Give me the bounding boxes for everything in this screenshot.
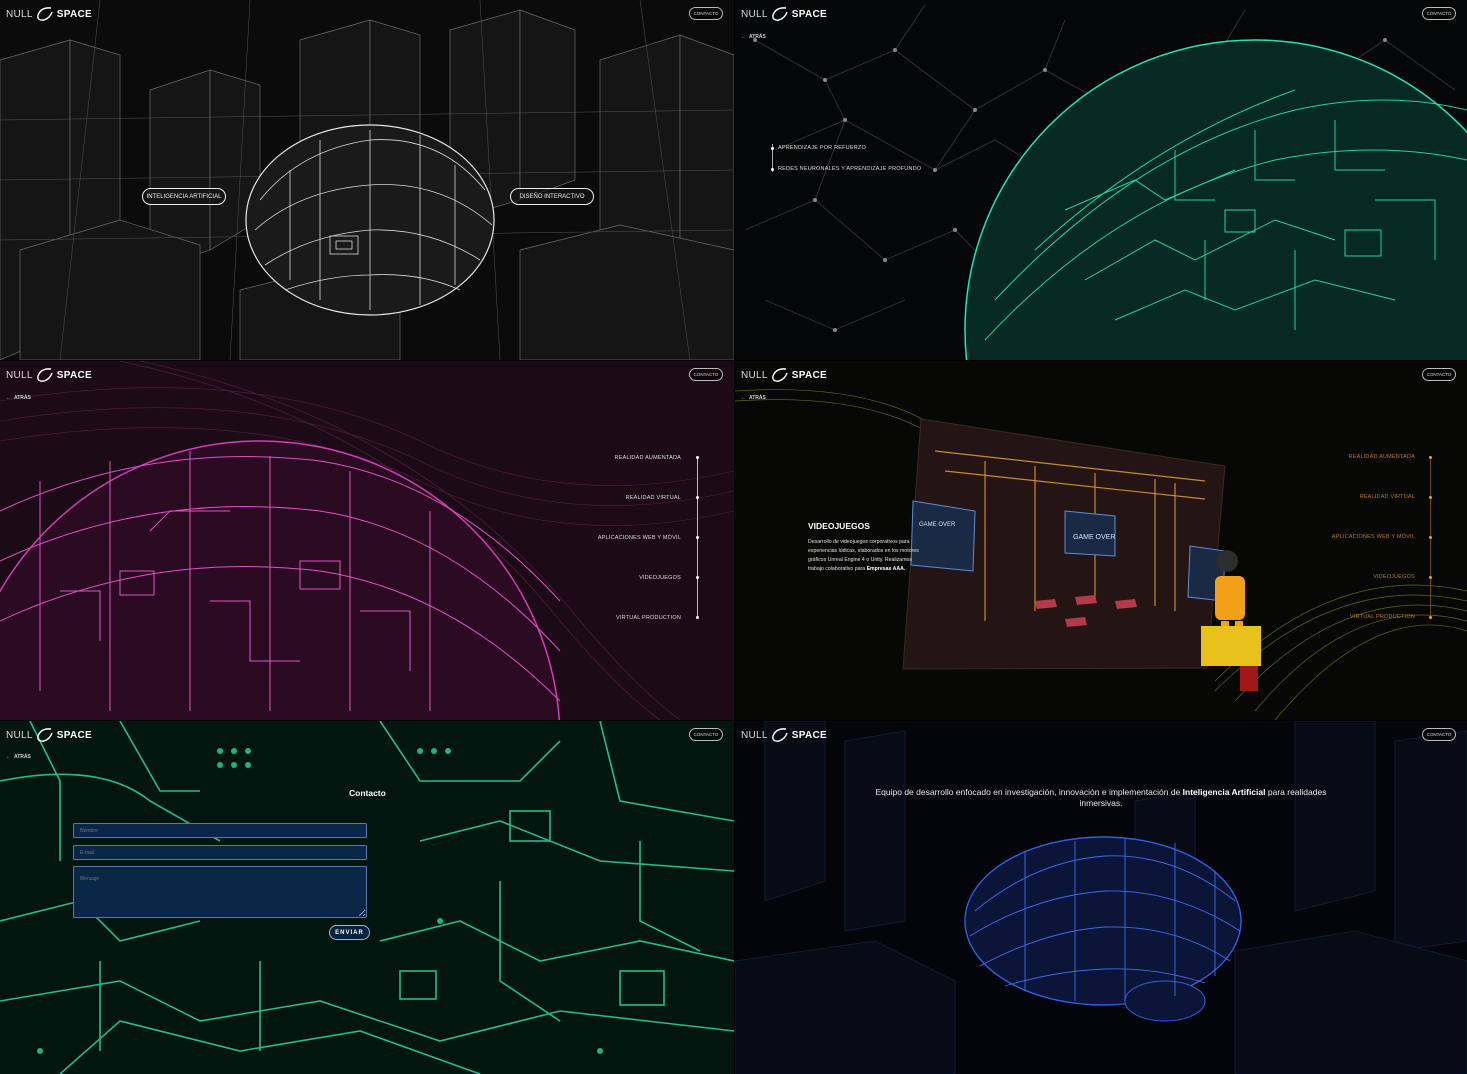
videogames-description: Desarrollo de videojuegos corporativos p… <box>808 538 923 574</box>
menu-item-reinforcement-learning[interactable]: APRENDIZAJE POR REFUERZO <box>778 145 866 151</box>
brand-null-text: NULL <box>741 369 768 381</box>
panel-about: NULL SPACE CONTACTO Equipo de desarrollo… <box>735 721 1467 1074</box>
contact-button[interactable]: CONTACTO <box>689 7 723 20</box>
brand-null-text: NULL <box>741 729 768 741</box>
screenshot-collage: NULL SPACE CONTACTO INTELIGENCIA ARTIFIC… <box>0 0 1467 1074</box>
back-link[interactable]: ← ATRÁS <box>741 34 766 40</box>
brand-space-text: SPACE <box>791 369 827 381</box>
about-tagline: Equipo de desarrollo enfocado en investi… <box>875 787 1327 809</box>
arrow-left-icon: ← <box>741 34 746 40</box>
arrow-left-icon: ← <box>741 395 746 401</box>
brand-space-text: SPACE <box>56 369 92 381</box>
back-link[interactable]: ← ATRÁS <box>6 395 31 401</box>
sphere-circuit-teal <box>964 39 1467 360</box>
arrow-left-icon: ← <box>6 754 11 760</box>
contact-button[interactable]: CONTACTO <box>689 728 723 741</box>
game-over-screen-text: GAME OVER <box>1073 534 1115 541</box>
game-over-screen-text: GAME OVER <box>919 522 956 528</box>
brand-swirl-icon <box>36 728 53 742</box>
back-label: ATRÁS <box>749 395 766 401</box>
panel-home: NULL SPACE CONTACTO INTELIGENCIA ARTIFIC… <box>0 0 734 360</box>
name-input[interactable] <box>73 823 367 838</box>
brand-null-text: NULL <box>6 8 33 20</box>
menu-item-virtual-production[interactable]: VIRTUAL PRODUCTION <box>1350 614 1415 620</box>
arrow-left-icon: ← <box>6 395 11 401</box>
menu-item-videogames[interactable]: VIDEOJUEGOS <box>1373 574 1415 580</box>
videogames-menu-dot <box>1429 456 1432 459</box>
message-textarea[interactable] <box>73 866 367 918</box>
back-link[interactable]: ← ATRÁS <box>6 754 31 760</box>
brain-wireframe-blue <box>964 836 1242 1022</box>
menu-item-neural-networks[interactable]: REDES NEURONALES Y APRENDIZAJE PROFUNDO <box>778 166 921 172</box>
panel-contact: NULL SPACE CONTACTO ← ATRÁS Contacto ENV… <box>0 721 734 1074</box>
videogames-title: VIDEOJUEGOS <box>808 521 870 531</box>
menu-item-virtual-reality[interactable]: REALIDAD VIRTUAL <box>626 495 681 501</box>
menu-item-virtual-reality[interactable]: REALIDAD VIRTUAL <box>1360 494 1415 500</box>
videogames-menu-dot <box>1429 576 1432 579</box>
brand-swirl-icon <box>771 368 788 382</box>
contact-form-title: Contacto <box>349 788 386 798</box>
ai-pill-button[interactable]: INTELIGENCIA ARTIFICIAL <box>142 188 226 205</box>
menu-item-web-mobile-apps[interactable]: APLICACIONES WEB Y MÓVIL <box>1332 534 1415 540</box>
brand-logo[interactable]: NULL SPACE <box>6 367 92 383</box>
brand-logo[interactable]: NULL SPACE <box>6 727 92 743</box>
brand-swirl-icon <box>36 368 53 382</box>
videogames-menu-dot <box>1429 496 1432 499</box>
brand-null-text: NULL <box>741 8 768 20</box>
menu-item-videogames[interactable]: VIDEOJUEGOS <box>639 575 681 581</box>
videogames-menu-dot <box>1429 616 1432 619</box>
brand-logo[interactable]: NULL SPACE <box>741 367 827 383</box>
brand-null-text: NULL <box>6 369 33 381</box>
brand-swirl-icon <box>771 728 788 742</box>
contact-button[interactable]: CONTACTO <box>1422 7 1456 20</box>
videogames-body-strong: Empresas AAA. <box>866 566 906 572</box>
menu-item-augmented-reality[interactable]: REALIDAD AUMENTADA <box>615 455 681 461</box>
back-label: ATRÁS <box>14 754 31 760</box>
menu-item-virtual-production[interactable]: VIRTUAL PRODUCTION <box>616 615 681 621</box>
about-text-before: Equipo de desarrollo enfocado en investi… <box>875 787 1181 797</box>
brand-logo[interactable]: NULL SPACE <box>6 6 92 22</box>
panel-design-menu: NULL SPACE CONTACTO ← ATRÁS REALIDAD AUM… <box>0 361 734 720</box>
ai-menu-dot <box>771 168 774 171</box>
menu-item-augmented-reality[interactable]: REALIDAD AUMENTADA <box>1349 454 1415 460</box>
brand-swirl-icon <box>771 7 788 21</box>
interactive-design-pill-button[interactable]: DISEÑO INTERACTIVO <box>510 188 594 205</box>
brand-space-text: SPACE <box>791 8 827 20</box>
brand-space-text: SPACE <box>56 729 92 741</box>
brand-swirl-icon <box>36 7 53 21</box>
menu-item-web-mobile-apps[interactable]: APLICACIONES WEB Y MÓVIL <box>598 535 681 541</box>
design-menu-dot <box>696 536 699 539</box>
brain-wireframe-white <box>245 124 495 316</box>
design-menu-dot <box>696 576 699 579</box>
brand-space-text: SPACE <box>791 729 827 741</box>
send-button[interactable]: ENVIAR <box>329 925 370 940</box>
design-menu-dot <box>696 456 699 459</box>
ai-menu-dot <box>771 147 774 150</box>
contact-button[interactable]: CONTACTO <box>689 368 723 381</box>
email-input[interactable] <box>73 845 367 860</box>
brand-logo[interactable]: NULL SPACE <box>741 727 827 743</box>
brand-null-text: NULL <box>6 729 33 741</box>
about-text-strong: Inteligencia Artificial <box>1182 787 1266 797</box>
panel-videogames: GAME OVER GAME OVER NULL SPACE CONTACTO <box>735 361 1467 720</box>
back-link[interactable]: ← ATRÁS <box>741 395 766 401</box>
back-label: ATRÁS <box>749 34 766 40</box>
brand-space-text: SPACE <box>56 8 92 20</box>
design-menu-dot <box>696 616 699 619</box>
contact-button[interactable]: CONTACTO <box>1422 368 1456 381</box>
brand-logo[interactable]: NULL SPACE <box>741 6 827 22</box>
videogames-menu-dot <box>1429 536 1432 539</box>
back-label: ATRÁS <box>14 395 31 401</box>
design-menu-dot <box>696 496 699 499</box>
panel-ai-menu: NULL SPACE CONTACTO ← ATRÁS APRENDIZAJE … <box>735 0 1467 360</box>
contact-button[interactable]: CONTACTO <box>1422 728 1456 741</box>
